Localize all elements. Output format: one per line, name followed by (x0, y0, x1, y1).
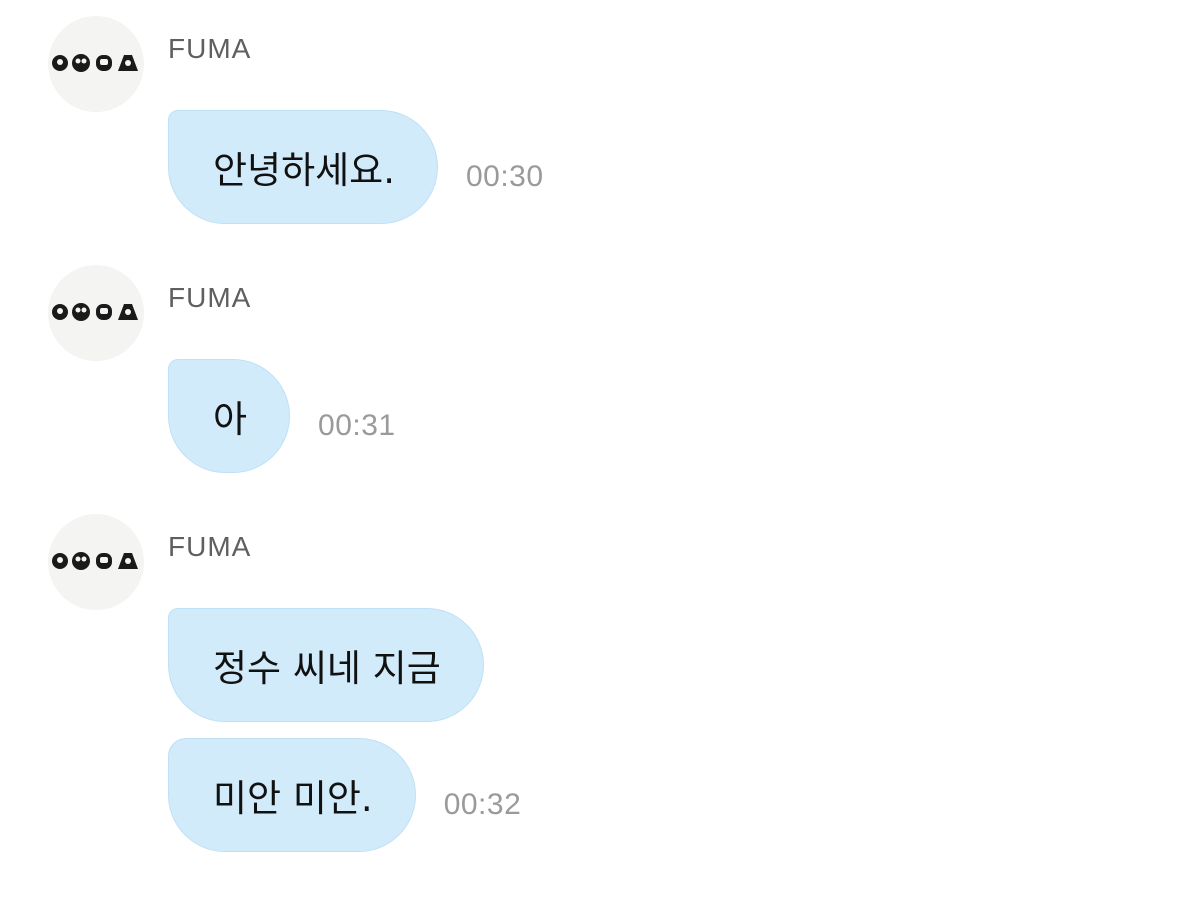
message-group: FUMA 안녕하세요. 00:30 (48, 16, 544, 224)
message-bubble[interactable]: 정수 씨네 지금 (168, 608, 484, 722)
sender-name: FUMA (168, 531, 252, 562)
sender-name: FUMA (168, 33, 252, 64)
message-group: FUMA 아 00:31 (48, 265, 396, 473)
avatar[interactable] (48, 16, 144, 112)
message-time: 00:30 (465, 160, 544, 193)
message-row: 정수 씨네 지금 (168, 608, 521, 722)
message-bubble[interactable]: 아 (168, 359, 291, 473)
chat-thread: FUMA 안녕하세요. 00:30 FUMA 아 00:31 FUMA 정수 씨… (0, 0, 1178, 898)
message-row: 미안 미안. 00:32 (168, 738, 521, 852)
message-header: FUMA (48, 16, 544, 112)
message-bubble[interactable]: 안녕하세요. (168, 110, 438, 224)
message-row: 안녕하세요. 00:30 (168, 110, 544, 224)
sender-name: FUMA (168, 282, 252, 313)
message-row: 아 00:31 (168, 359, 396, 473)
message-header: FUMA (48, 514, 521, 610)
message-group: FUMA 정수 씨네 지금 미안 미안. 00:32 (48, 514, 521, 852)
avatar[interactable] (48, 514, 144, 610)
message-header: FUMA (48, 265, 396, 361)
avatar-logo-icon (52, 552, 138, 570)
message-bubble[interactable]: 미안 미안. (168, 738, 416, 852)
message-time: 00:32 (443, 788, 522, 821)
avatar[interactable] (48, 265, 144, 361)
message-time: 00:31 (318, 409, 396, 442)
avatar-logo-icon (52, 54, 138, 72)
avatar-logo-icon (52, 303, 138, 321)
